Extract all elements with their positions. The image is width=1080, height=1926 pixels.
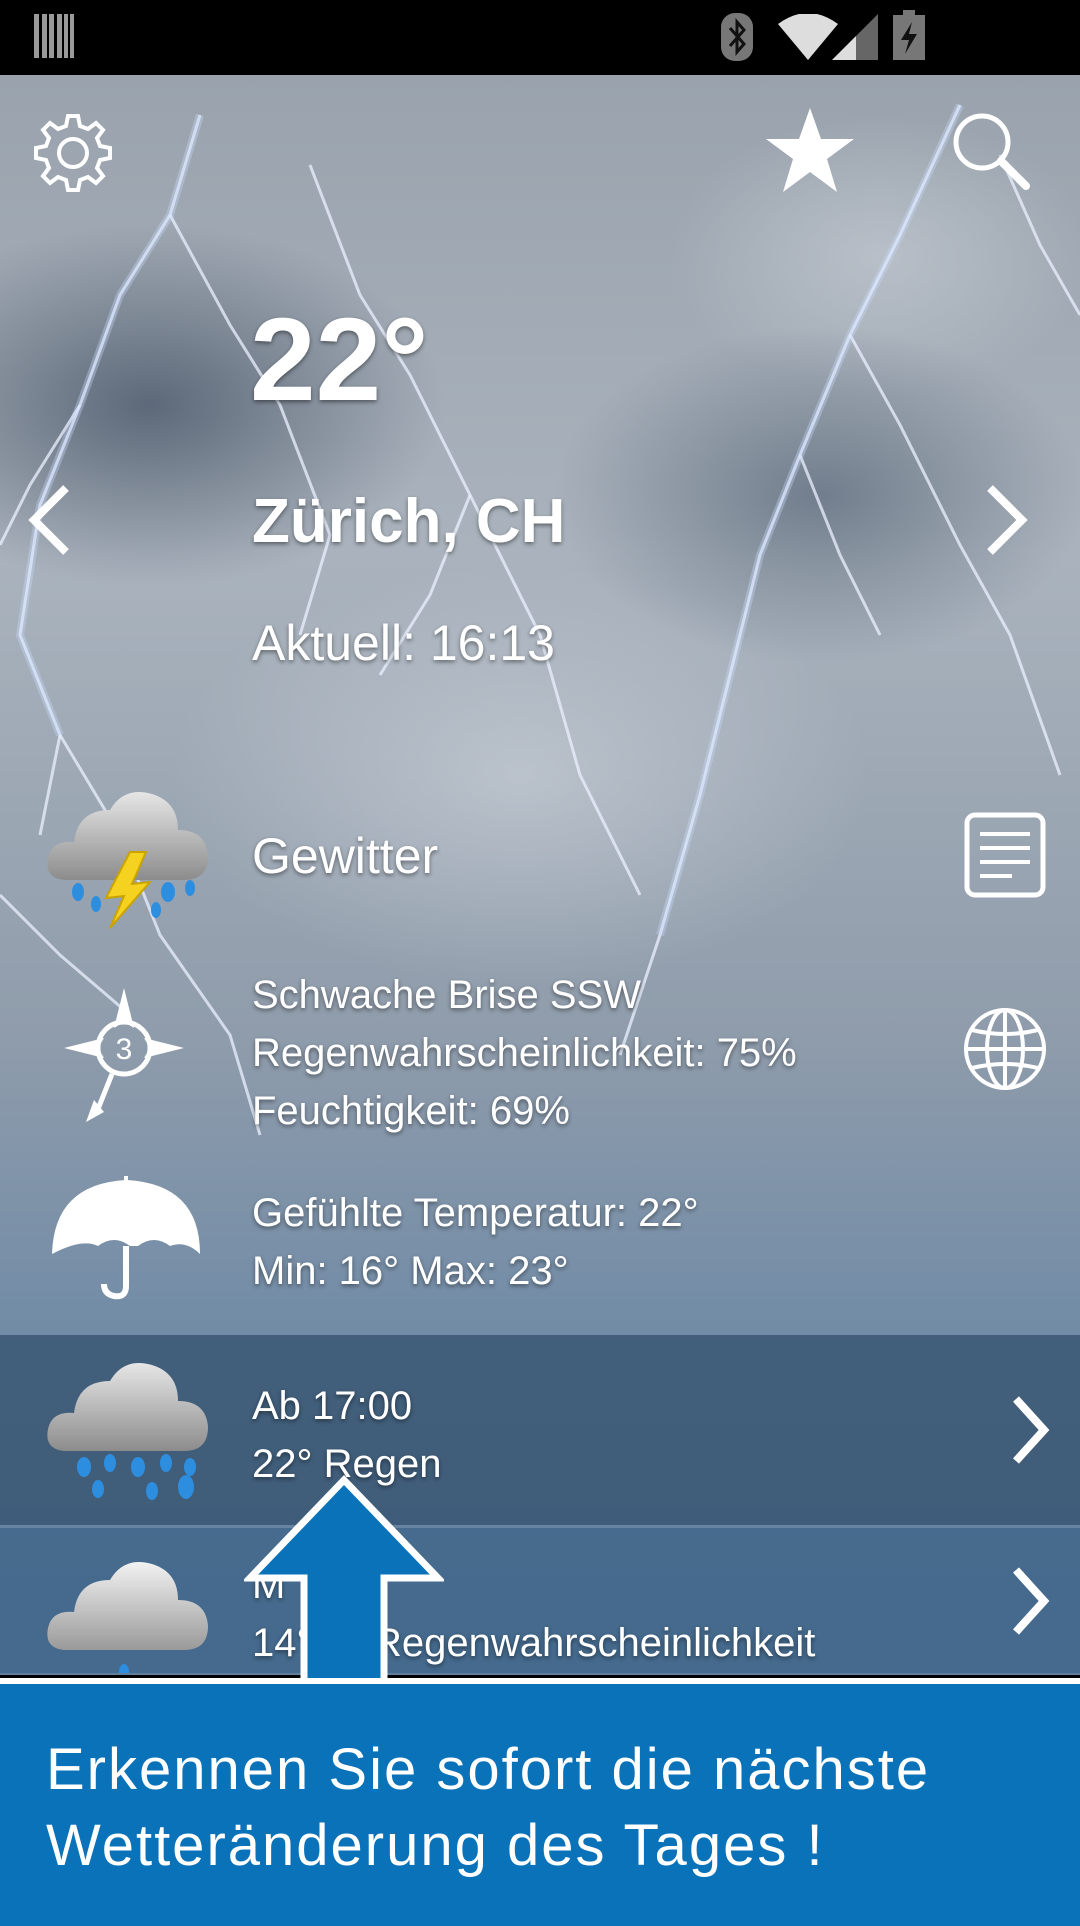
min-max-text: Min: 16° Max: 23° [252, 1249, 569, 1293]
update-time: Aktuell: 16:13 [252, 615, 555, 671]
rain-cloud-icon [47, 1363, 208, 1500]
wind-compass-icon: 3 [64, 988, 184, 1122]
banner-text-line1: Erkennen Sie sofort die nächste [46, 1737, 931, 1802]
cloud-icon [47, 1562, 208, 1673]
current-temperature: 22° [250, 294, 429, 426]
thunderstorm-icon [47, 792, 208, 929]
forecast-row[interactable]: M 14° 8° Regenwahrscheinlichkeit [0, 1528, 1080, 1673]
banner-text-line2: Wetteränderung des Tages ! [46, 1813, 825, 1878]
condition-text: Gewitter [252, 828, 439, 884]
star-icon[interactable] [764, 106, 856, 194]
previous-location-chevron-icon[interactable] [26, 482, 72, 558]
chevron-right-icon[interactable] [1010, 1564, 1052, 1638]
news-document-icon[interactable] [964, 812, 1046, 898]
search-icon[interactable] [950, 110, 1030, 190]
humidity-text: Feuchtigkeit: 69% [252, 1089, 570, 1133]
promo-banner: Erkennen Sie sofort die nächste Wetterän… [0, 1678, 1080, 1926]
rain-probability-text: Regenwahrscheinlichkeit: 75% [252, 1031, 797, 1075]
gear-icon[interactable] [30, 110, 116, 196]
globe-icon[interactable] [962, 1006, 1048, 1092]
forecast-row[interactable]: Ab 17:00 22° Regen [0, 1335, 1080, 1525]
up-arrow-icon [244, 1474, 444, 1684]
umbrella-icon [52, 1176, 200, 1300]
wind-force-number: 3 [116, 1033, 133, 1066]
forecast-time-text: Ab 17:00 [252, 1384, 413, 1428]
next-location-chevron-icon[interactable] [984, 482, 1030, 558]
feels-like-text: Gefühlte Temperatur: 22° [252, 1191, 699, 1235]
chevron-right-icon[interactable] [1010, 1393, 1052, 1467]
location-name[interactable]: Zürich, CH [252, 486, 565, 558]
wind-text: Schwache Brise SSW [252, 973, 642, 1017]
